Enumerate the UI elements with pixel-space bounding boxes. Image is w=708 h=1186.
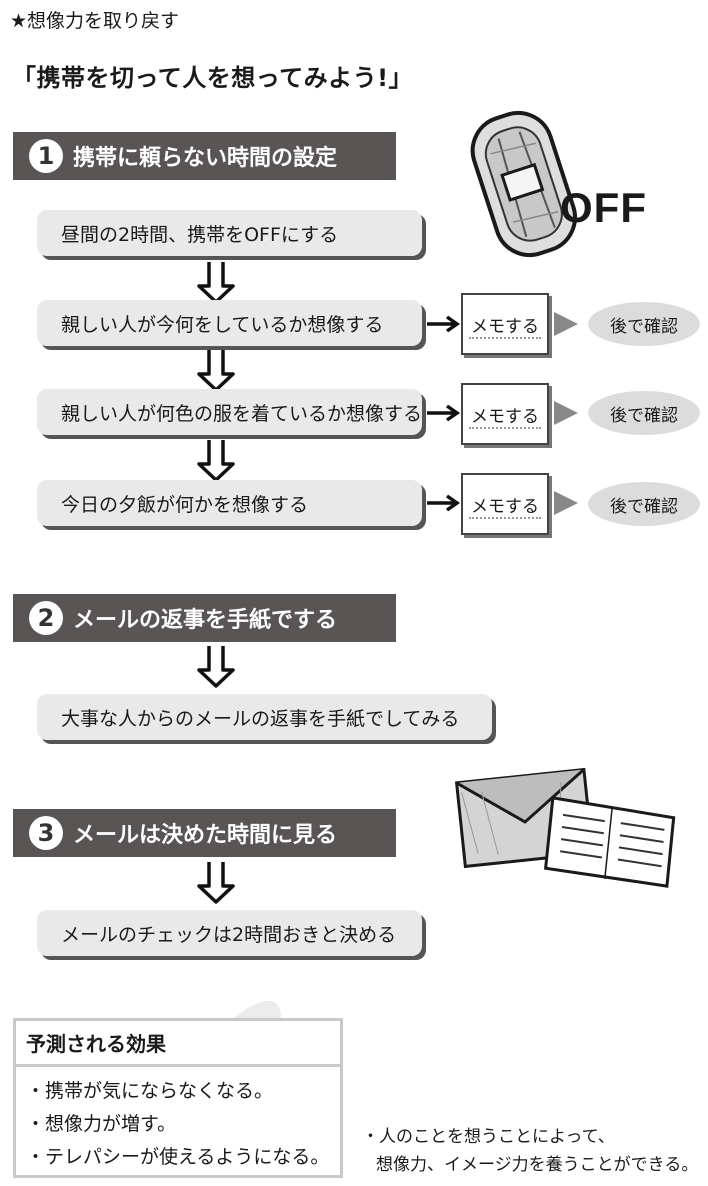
confirm-later-badge: 後で確認 [588,302,700,346]
down-arrow-icon [197,262,235,304]
memo-label: メモする [471,406,539,427]
right-arrow-icon [427,494,461,512]
confirm-label: 後で確認 [610,316,678,337]
expected-effects-box: 予測される効果 ・携帯が気にならなくなる。 ・想像力が増す。 ・テレパシーが使え… [13,1018,343,1178]
step-text: 大事な人からのメールの返事を手紙でしてみる [61,707,460,730]
memo-label: メモする [471,496,539,517]
pointer-triangle-icon [554,312,578,336]
down-arrow-icon [197,440,235,482]
envelope-letter-illustration [454,767,676,888]
down-arrow-icon [197,350,235,392]
memo-note: メモする [461,473,549,535]
step-box: 昼間の2時間、携帯をOFFにする [37,210,422,256]
step-text: メールのチェックは2時間おきと決める [61,923,397,946]
step-box: 親しい人が今何をしているか想像する [37,300,422,346]
header-caption: ★想像力を取り戻す [10,10,180,32]
effects-list: ・携帯が気にならなくなる。 ・想像力が増す。 ・テレパシーが使えるようになる。 [16,1067,340,1172]
page-title: 「携帯を切って人を想ってみよう!」 [12,64,414,92]
right-arrow-icon [427,315,461,333]
step-box: 親しい人が何色の服を着ているか想像する [37,389,422,435]
step-text: 親しい人が何色の服を着ているか想像する [61,402,423,425]
section-3-header: 3 メールは決めた時間に見る [13,809,396,857]
step-box: メールのチェックは2時間おきと決める [37,910,422,956]
section-title: 携帯に頼らない時間の設定 [73,146,338,171]
step-number-badge: 3 [29,816,63,850]
pointer-triangle-icon [554,401,578,425]
effect-item: ・携帯が気にならなくなる。 [26,1080,274,1102]
section-1-header: 1 携帯に頼らない時間の設定 [13,132,396,180]
down-arrow-icon [197,862,235,904]
step-box: 大事な人からのメールの返事を手紙でしてみる [37,694,492,740]
pointer-triangle-icon [554,491,578,515]
step-text: 親しい人が今何をしているか想像する [61,313,384,336]
step-text: 今日の夕飯が何かを想像する [61,493,309,516]
memo-note: メモする [461,383,549,445]
right-arrow-icon [427,404,461,422]
step-box: 今日の夕飯が何かを想像する [37,480,422,526]
section-2-header: 2 メールの返事を手紙でする [13,594,396,642]
step-number-badge: 2 [29,601,63,635]
confirm-label: 後で確認 [610,405,678,426]
memo-note: メモする [461,293,549,355]
phone-illustration [470,110,577,258]
confirm-label: 後で確認 [610,496,678,517]
step-text: 昼間の2時間、携帯をOFFにする [61,223,339,246]
confirm-later-badge: 後で確認 [588,482,700,526]
section-title: メールは決めた時間に見る [73,823,338,848]
effect-item: ・テレパシーが使えるようになる。 [26,1146,330,1168]
section-title: メールの返事を手紙でする [73,608,338,633]
confirm-later-badge: 後で確認 [588,391,700,435]
step-number-badge: 1 [29,139,63,173]
down-arrow-icon [197,646,235,688]
effects-title: 予測される効果 [16,1021,340,1067]
note-line-1: ・人のことを想うことによって、 [362,1127,615,1147]
effect-item: ・想像力が増す。 [26,1113,177,1135]
note-line-2: 想像力、イメージ力を養うことができる。 [376,1155,699,1175]
off-label: OFF [560,184,647,231]
memo-label: メモする [471,316,539,337]
